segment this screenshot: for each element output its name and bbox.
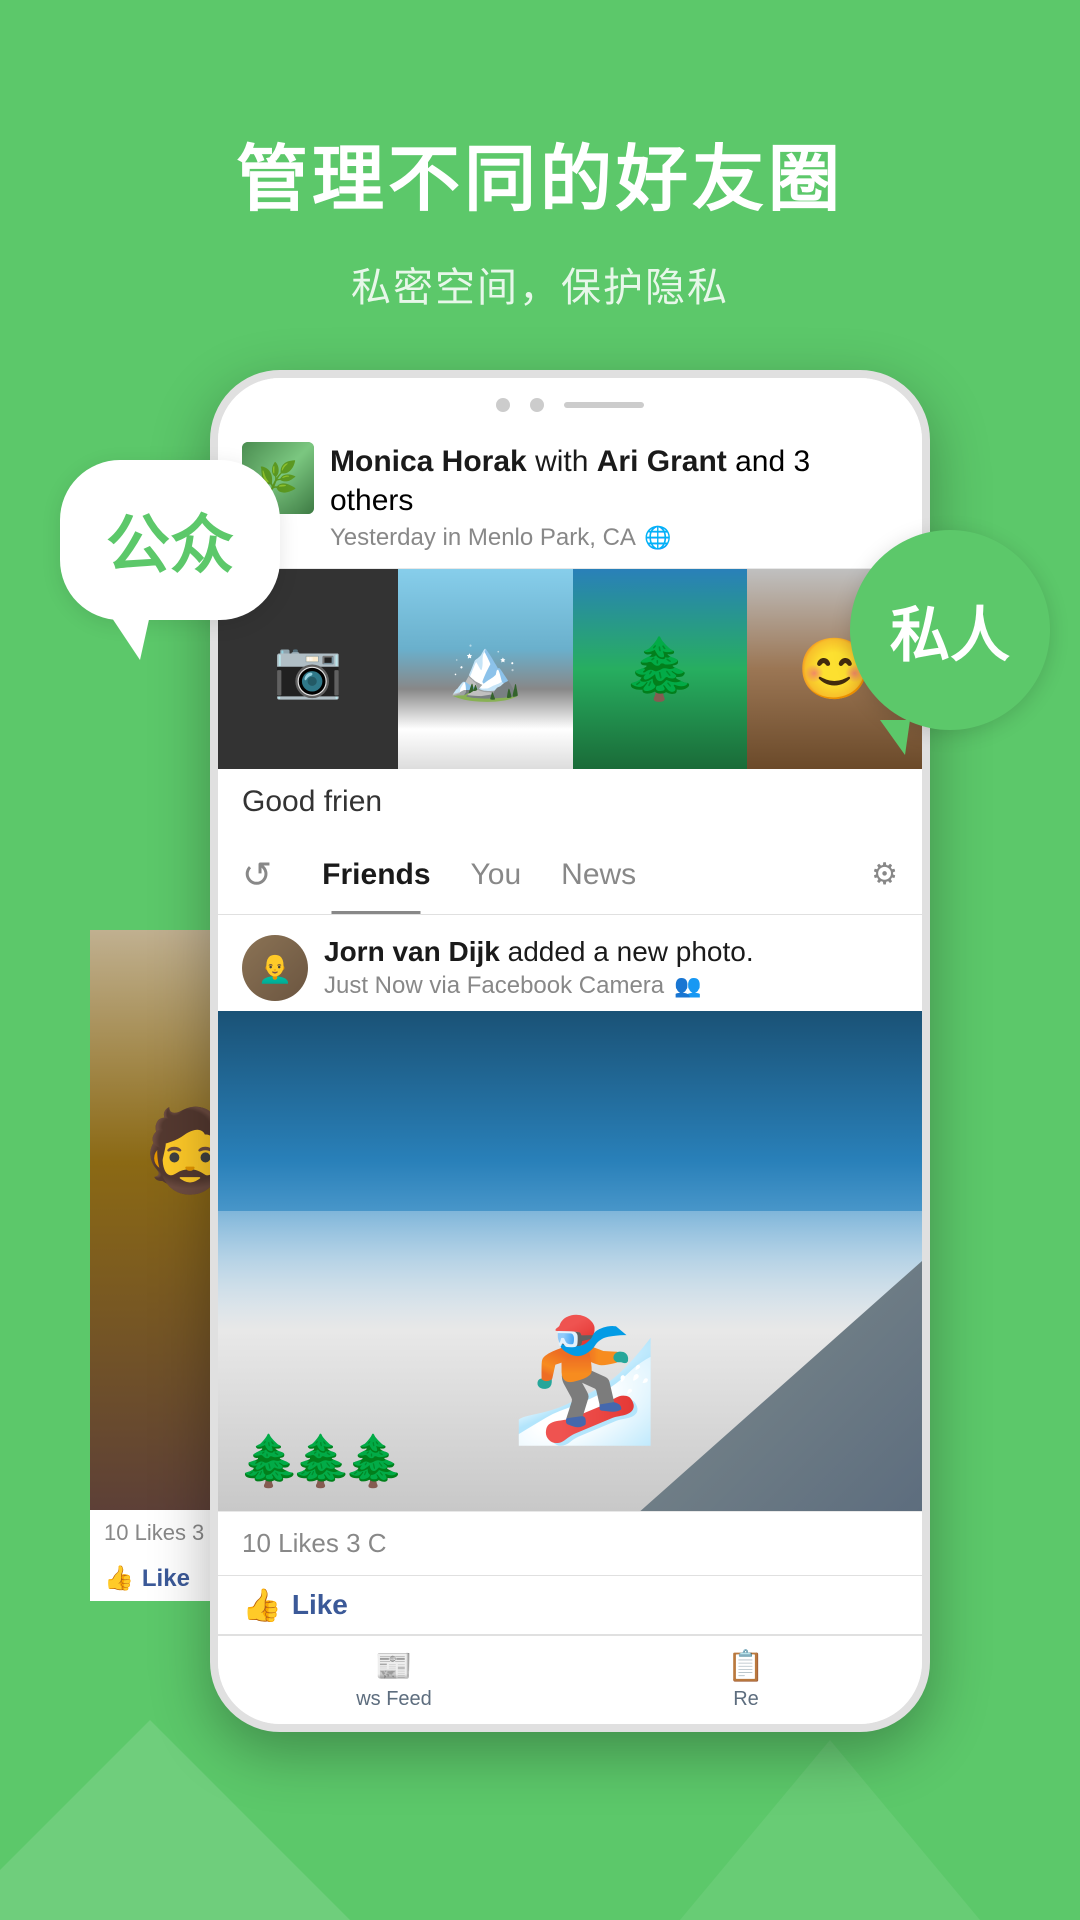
tab-you[interactable]: You [451, 835, 542, 914]
public-label: 公众 [106, 494, 234, 586]
background-decoration [0, 1720, 1080, 1920]
thumb-icon: 👍 [104, 1564, 134, 1593]
thumbs-up-icon: 👍 [242, 1586, 282, 1624]
post-meta: Monica Horak with Ari Grant and 3 others… [330, 442, 898, 552]
photo-strip: 📷 [218, 569, 922, 769]
snowboard-photo: 🌲🌲🌲 🏂 [218, 1011, 922, 1511]
hiker-photo[interactable] [398, 569, 573, 769]
phone-home-bar [564, 402, 644, 408]
feed-item: 👨‍🦲 Jorn van Dijk added a new photo. Jus… [218, 915, 922, 1634]
phone-frame: Monica Horak with Ari Grant and 3 others… [210, 370, 930, 1732]
feed-item-header: 👨‍🦲 Jorn van Dijk added a new photo. Jus… [218, 915, 922, 1011]
globe-icon: 🌐 [644, 525, 671, 551]
private-bubble: 私人 [850, 530, 1050, 730]
phone-area: 公众 私人 10 Likes 3 C 👍 Like Monica Hor [90, 370, 990, 1732]
camera-icon: 📷 [273, 636, 343, 702]
feed-time: Just Now via Facebook Camera 👥 [324, 972, 898, 1000]
news-feed-icon: 📰 [375, 1649, 412, 1684]
tabs-bar: ↺ Friends You News ⚙ [218, 835, 922, 915]
phone-top-bar [218, 378, 922, 422]
private-label: 私人 [890, 587, 1010, 674]
trees-decoration: 🌲🌲🌲 [238, 1432, 395, 1491]
bottom-re[interactable]: 📋 Re [570, 1649, 922, 1711]
refresh-button[interactable]: ↺ [242, 854, 272, 896]
like-button[interactable]: 👍 Like [242, 1586, 348, 1624]
good-friends-text: Good frien [218, 769, 922, 835]
phone-dot [496, 398, 510, 412]
snowboarder-figure: 🏂 [510, 1311, 659, 1451]
post-header: Monica Horak with Ari Grant and 3 others… [218, 422, 922, 569]
tab-friends[interactable]: Friends [302, 835, 450, 914]
settings-icon[interactable]: ⚙ [871, 857, 898, 892]
re-icon: 📋 [727, 1649, 764, 1684]
main-title: 管理不同的好友圈 [0, 120, 1080, 225]
feed-meta: Jorn van Dijk added a new photo. Just No… [324, 936, 898, 1000]
likes-bar: 10 Likes 3 C [218, 1511, 922, 1575]
post-location: Yesterday in Menlo Park, CA 🌐 [330, 524, 898, 552]
action-bar: 👍 Like [218, 1575, 922, 1634]
bottom-nav-bar: 📰 ws Feed 📋 Re [218, 1634, 922, 1724]
sub-title: 私密空间，保护隐私 [0, 255, 1080, 313]
tab-news[interactable]: News [541, 835, 656, 914]
top-section: 管理不同的好友圈 私密空间，保护隐私 [0, 0, 1080, 373]
public-bubble: 公众 [60, 460, 280, 620]
friends-icon: 👥 [674, 973, 701, 999]
bottom-news-feed[interactable]: 📰 ws Feed [218, 1649, 570, 1711]
feed-author: Jorn van Dijk added a new photo. [324, 936, 898, 968]
feed-avatar: 👨‍🦲 [242, 935, 308, 1001]
forest-photo[interactable] [573, 569, 748, 769]
post-author: Monica Horak with Ari Grant and 3 others [330, 442, 898, 520]
phone-dot-2 [530, 398, 544, 412]
